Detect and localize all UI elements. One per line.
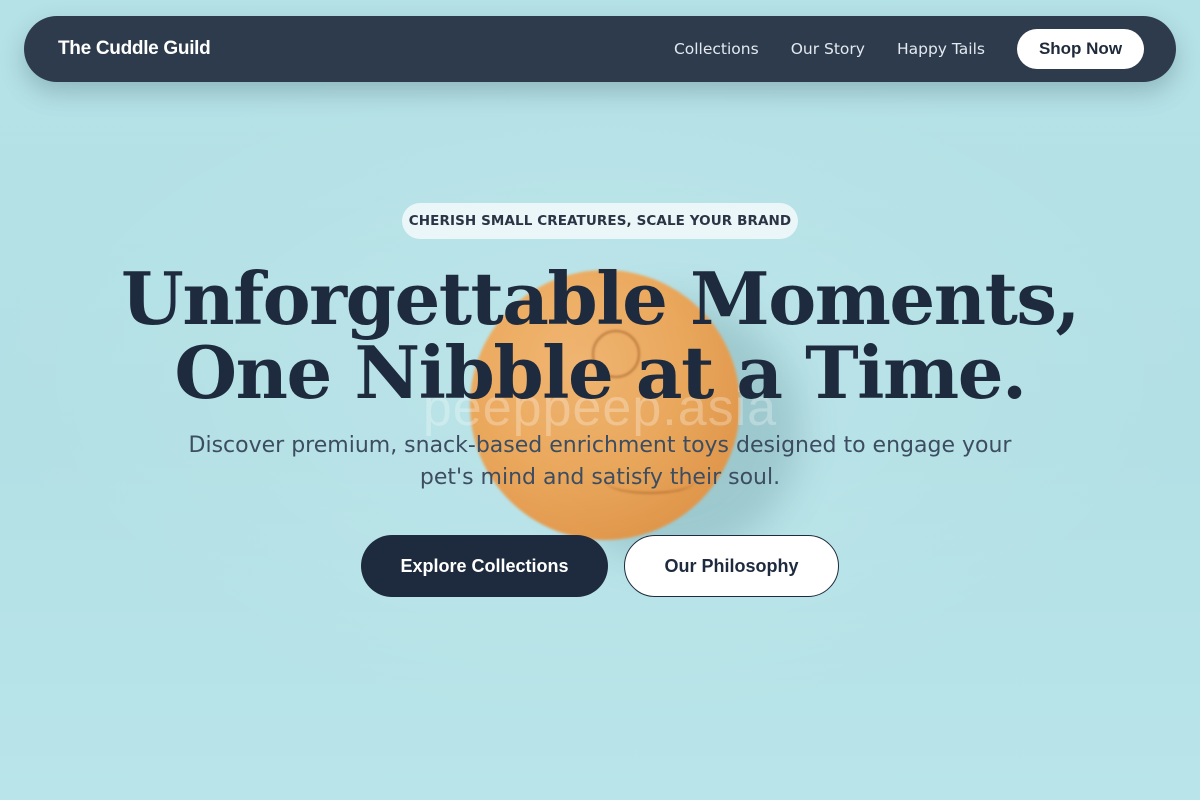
subtext-line-1: Discover premium, snack-based enrichment… <box>188 433 1012 458</box>
our-philosophy-button[interactable]: Our Philosophy <box>624 535 839 597</box>
headline-line-2: One Nibble at a Time. <box>174 330 1027 415</box>
explore-collections-button[interactable]: Explore Collections <box>361 535 608 597</box>
headline-line-1: Unforgettable Moments, <box>121 256 1080 341</box>
hero-section: CHERISH SMALL CREATURES, SCALE YOUR BRAN… <box>0 0 1200 800</box>
hero-headline: Unforgettable Moments, One Nibble at a T… <box>0 262 1200 410</box>
subtext-line-2: pet's mind and satisfy their soul. <box>419 465 781 490</box>
tagline-badge: CHERISH SMALL CREATURES, SCALE YOUR BRAN… <box>402 203 798 239</box>
hero-subtext: Discover premium, snack-based enrichment… <box>180 430 1020 494</box>
